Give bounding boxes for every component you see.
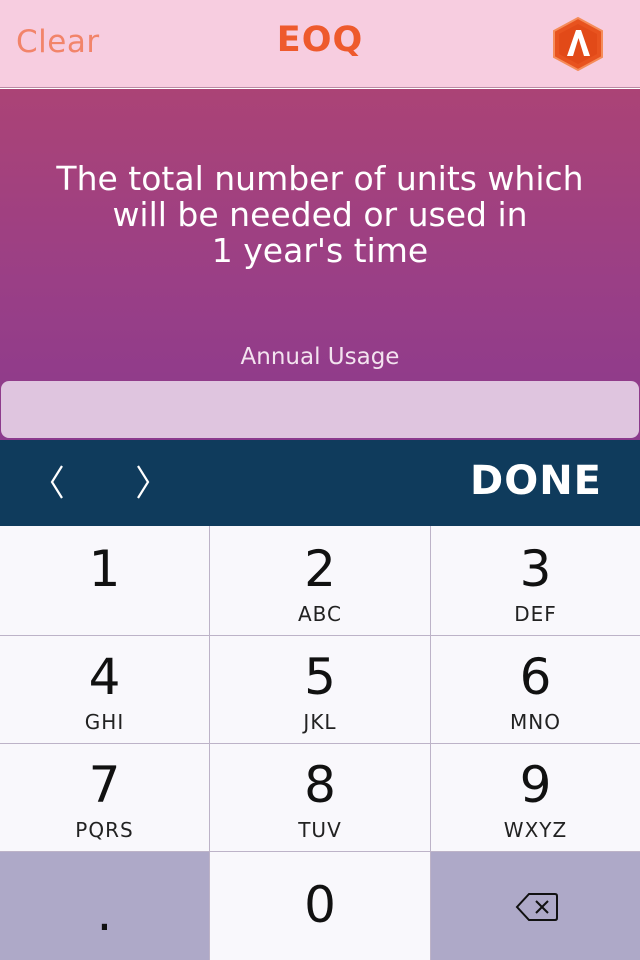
key-digit: 6: [519, 648, 552, 706]
hexagon-logo-icon[interactable]: [551, 16, 605, 72]
key-digit: .: [96, 884, 113, 942]
key-2[interactable]: 2 ABC: [210, 526, 431, 636]
key-7[interactable]: 7 PQRS: [0, 744, 210, 852]
key-digit: 4: [88, 648, 121, 706]
key-letters: ABC: [297, 602, 342, 626]
key-letters: DEF: [514, 602, 557, 626]
field-description: The total number of units which will be …: [56, 159, 584, 270]
decimal-key[interactable]: .: [0, 852, 210, 960]
key-5[interactable]: 5 JKL: [210, 636, 431, 744]
key-digit: 7: [88, 756, 121, 814]
key-0[interactable]: 0: [210, 852, 431, 960]
annual-usage-label: Annual Usage: [240, 344, 400, 370]
annual-usage-input[interactable]: [1, 381, 639, 438]
numeric-keypad: 1 2 ABC 3 DEF 4 GHI 5 JKL 6 MNO 7 PQRS 8…: [0, 526, 640, 960]
key-digit: 0: [304, 876, 336, 934]
key-letters: WXYZ: [503, 818, 568, 842]
key-letters: PQRS: [75, 818, 134, 842]
key-digit: 9: [519, 756, 552, 814]
key-digit: 2: [304, 540, 336, 598]
chevron-left-icon[interactable]: [38, 462, 78, 502]
key-digit: 3: [519, 540, 552, 598]
done-button[interactable]: DONE: [470, 458, 602, 504]
keyboard-toolbar: DONE: [0, 440, 640, 526]
key-digit: 8: [304, 756, 336, 814]
key-1[interactable]: 1: [0, 526, 210, 636]
key-digit: 5: [304, 648, 336, 706]
key-9[interactable]: 9 WXYZ: [431, 744, 640, 852]
chevron-right-icon[interactable]: [124, 462, 164, 502]
key-3[interactable]: 3 DEF: [431, 526, 640, 636]
key-letters: MNO: [510, 710, 561, 734]
page-title: EOQ: [276, 20, 364, 60]
backspace-icon: [515, 893, 558, 921]
key-6[interactable]: 6 MNO: [431, 636, 640, 744]
hero-section: The total number of units which will be …: [0, 89, 640, 440]
key-4[interactable]: 4 GHI: [0, 636, 210, 744]
backspace-key[interactable]: [431, 852, 640, 960]
key-8[interactable]: 8 TUV: [210, 744, 431, 852]
key-letters: JKL: [303, 710, 337, 734]
key-letters: TUV: [298, 818, 342, 842]
key-letters: GHI: [84, 710, 125, 734]
key-digit: 1: [88, 540, 121, 598]
header-bar: Clear EOQ: [0, 0, 640, 88]
